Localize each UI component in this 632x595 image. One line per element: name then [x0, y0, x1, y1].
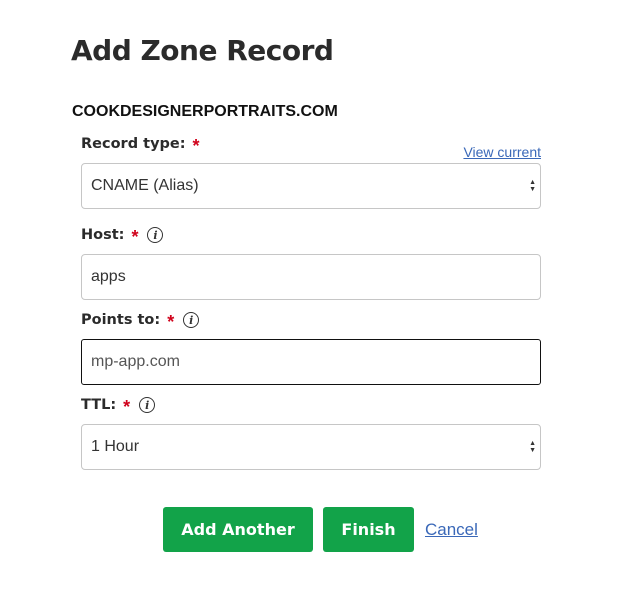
required-asterisk: *: [192, 136, 200, 156]
host-label-row: Host: * i: [81, 221, 541, 249]
required-asterisk: *: [167, 312, 175, 332]
required-asterisk: *: [123, 397, 131, 417]
finish-button[interactable]: Finish: [323, 507, 414, 552]
required-asterisk: *: [131, 227, 139, 247]
add-another-button[interactable]: Add Another: [163, 507, 313, 552]
host-input[interactable]: apps: [81, 254, 541, 300]
host-label: Host:: [81, 227, 125, 243]
select-arrows-icon: ▲ ▼: [529, 440, 536, 454]
ttl-value: 1 Hour: [91, 438, 140, 455]
cancel-link[interactable]: Cancel: [425, 520, 478, 540]
domain-name: COOKDESIGNERPORTRAITS.COM: [72, 103, 338, 120]
points-to-label-row: Points to: * i: [81, 306, 541, 334]
record-type-value: CNAME (Alias): [91, 177, 199, 194]
info-icon[interactable]: i: [147, 227, 164, 243]
points-to-value: mp-app.com: [91, 353, 180, 370]
record-type-select[interactable]: CNAME (Alias) ▲ ▼: [81, 163, 541, 209]
page-title: Add Zone Record: [71, 34, 334, 67]
ttl-label-row: TTL: * i: [81, 391, 541, 419]
host-value: apps: [91, 268, 126, 285]
info-icon[interactable]: i: [183, 312, 200, 328]
info-icon[interactable]: i: [139, 397, 156, 413]
ttl-select[interactable]: 1 Hour ▲ ▼: [81, 424, 541, 470]
record-type-label-row: Record type: * View current: [81, 130, 541, 160]
points-to-label: Points to:: [81, 312, 161, 328]
zone-record-form: Record type: * View current CNAME (Alias…: [81, 130, 541, 470]
ttl-label: TTL:: [81, 397, 117, 413]
select-arrows-icon: ▲ ▼: [529, 179, 536, 193]
points-to-input[interactable]: mp-app.com: [81, 339, 541, 385]
view-current-link[interactable]: View current: [463, 144, 541, 160]
form-actions: Add Another Finish Cancel: [163, 507, 478, 552]
record-type-label: Record type:: [81, 136, 186, 152]
